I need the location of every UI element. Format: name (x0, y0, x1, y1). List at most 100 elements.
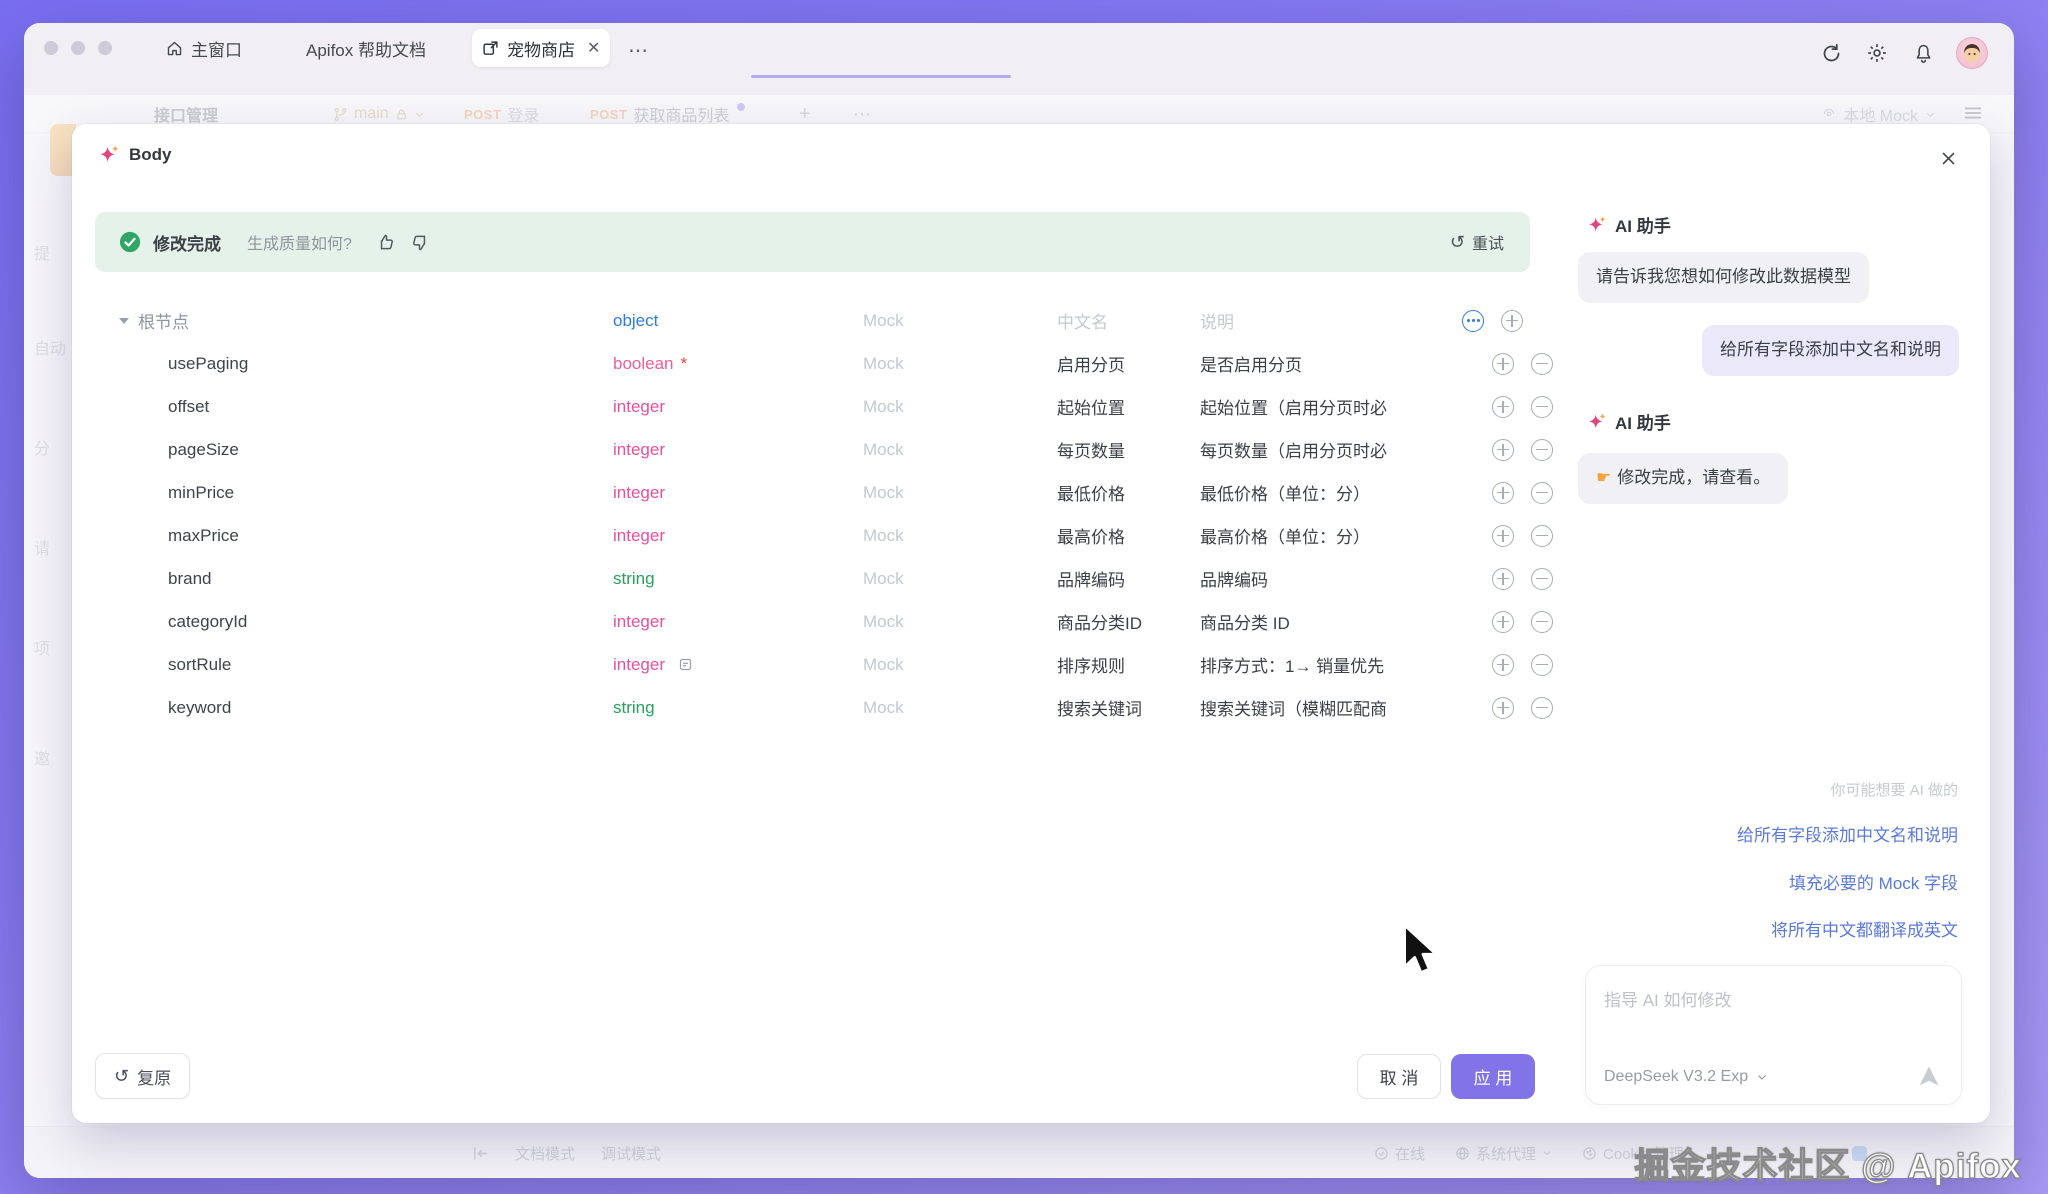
remove-field-button[interactable] (1531, 525, 1553, 547)
field-mock-cell[interactable]: Mock (863, 299, 904, 342)
tab-label: 主窗口 (191, 36, 242, 61)
retry-button[interactable]: ↺ 重试 (1450, 230, 1504, 254)
field-type-cell[interactable]: integer (613, 428, 665, 471)
field-name: sortRule (168, 655, 231, 675)
field-type-cell[interactable]: integer (613, 385, 665, 428)
thumbs-down-icon[interactable] (411, 233, 430, 252)
field-cn-name-cell[interactable]: 最高价格 (1057, 514, 1125, 557)
close-window-button[interactable] (44, 41, 58, 55)
field-mock-cell[interactable]: Mock (863, 342, 904, 385)
field-mock-cell[interactable]: Mock (863, 643, 904, 686)
ai-input-card[interactable]: 指导 AI 如何修改 DeepSeek V3.2 Exp (1585, 965, 1962, 1105)
add-field-button[interactable] (1492, 525, 1514, 547)
close-tab-icon[interactable]: ✕ (587, 38, 600, 58)
field-type-cell[interactable]: string (613, 686, 655, 729)
field-desc-cell[interactable]: 品牌编码 (1200, 557, 1440, 600)
apply-button[interactable]: 应 用 (1451, 1054, 1535, 1099)
thumbs-up-icon[interactable] (376, 233, 395, 252)
add-field-button[interactable] (1492, 482, 1514, 504)
ai-sparkle-icon (1587, 412, 1607, 432)
field-type-cell[interactable]: integer (613, 600, 665, 643)
field-type-cell[interactable]: integer (613, 514, 665, 557)
add-field-button[interactable] (1492, 568, 1514, 590)
field-desc-cell[interactable]: 搜索关键词（模糊匹配商 (1200, 686, 1440, 729)
field-desc-cell[interactable]: 最低价格（单位：分） (1200, 471, 1440, 514)
cancel-button[interactable]: 取 消 (1357, 1054, 1441, 1099)
field-actions-cell (1462, 686, 1562, 729)
remove-field-button[interactable] (1531, 439, 1553, 461)
field-cn-name-cell[interactable]: 搜索关键词 (1057, 686, 1142, 729)
field-name-cell[interactable]: maxPrice (168, 514, 239, 557)
refresh-icon[interactable] (1818, 40, 1844, 66)
remove-field-button[interactable] (1531, 482, 1553, 504)
model-selector[interactable]: DeepSeek V3.2 Exp (1604, 1068, 1768, 1086)
field-cn-name-cell[interactable]: 每页数量 (1057, 428, 1125, 471)
field-desc-cell[interactable]: 排序方式：1→ 销量优先 (1200, 643, 1440, 686)
remove-field-button[interactable] (1531, 396, 1553, 418)
field-desc-cell[interactable]: 说明 (1200, 299, 1440, 342)
user-avatar[interactable] (1956, 37, 1988, 69)
bell-icon[interactable] (1910, 40, 1936, 66)
field-name-cell[interactable]: minPrice (168, 471, 234, 514)
titlebar-tab-1[interactable]: 主窗口 (156, 29, 252, 67)
remove-field-button[interactable] (1531, 654, 1553, 676)
field-name-cell[interactable]: categoryId (168, 600, 247, 643)
field-type-cell[interactable]: string (613, 557, 655, 600)
field-name-cell[interactable]: usePaging (168, 342, 248, 385)
field-desc-cell[interactable]: 是否启用分页 (1200, 342, 1440, 385)
field-desc-cell[interactable]: 起始位置（启用分页时必 (1200, 385, 1440, 428)
titlebar-tab-3[interactable]: 宠物商店✕ (472, 29, 610, 67)
field-type-cell[interactable]: integer (613, 471, 665, 514)
field-cn-name-cell[interactable]: 起始位置 (1057, 385, 1125, 428)
field-cn-name-cell[interactable]: 商品分类ID (1057, 600, 1142, 643)
field-mock-cell[interactable]: Mock (863, 514, 904, 557)
field-desc-cell[interactable]: 最高价格（单位：分） (1200, 514, 1440, 557)
send-icon[interactable] (1917, 1064, 1941, 1088)
field-mock-cell[interactable]: Mock (863, 557, 904, 600)
add-field-button[interactable] (1492, 353, 1514, 375)
field-cn-name-cell[interactable]: 中文名 (1057, 299, 1108, 342)
gear-icon[interactable] (1864, 40, 1890, 66)
field-type-cell[interactable]: integer (613, 643, 693, 686)
remove-field-button[interactable] (1531, 697, 1553, 719)
restore-button[interactable]: ↺ 复原 (95, 1053, 190, 1099)
field-name-cell[interactable]: pageSize (168, 428, 239, 471)
field-cn-name-cell[interactable]: 启用分页 (1057, 342, 1125, 385)
field-type-cell[interactable]: boolean* (613, 342, 687, 385)
field-mock-cell[interactable]: Mock (863, 686, 904, 729)
field-cn-name-cell[interactable]: 最低价格 (1057, 471, 1125, 514)
field-desc-cell[interactable]: 商品分类 ID (1200, 600, 1440, 643)
field-type-cell[interactable]: object (613, 299, 658, 342)
field-name-cell[interactable]: sortRule (168, 643, 231, 686)
titlebar-actions (1818, 37, 1988, 69)
add-field-button[interactable] (1492, 439, 1514, 461)
add-field-button[interactable] (1492, 697, 1514, 719)
field-desc-cell[interactable]: 每页数量（启用分页时必 (1200, 428, 1440, 471)
add-field-button[interactable] (1492, 611, 1514, 633)
tab-overflow-button[interactable]: ⋯ (628, 38, 650, 63)
field-name-cell[interactable]: keyword (168, 686, 231, 729)
field-mock-cell[interactable]: Mock (863, 600, 904, 643)
ai-actions-button[interactable] (1462, 310, 1484, 332)
add-field-button[interactable] (1501, 310, 1523, 332)
ai-suggestion-link[interactable]: 将所有中文都翻译成英文 (1771, 916, 1958, 941)
titlebar-tab-2[interactable]: Apifox 帮助文档 (296, 29, 436, 67)
caret-down-icon[interactable] (119, 318, 129, 324)
field-mock-cell[interactable]: Mock (863, 385, 904, 428)
minimize-window-button[interactable] (71, 41, 85, 55)
add-field-button[interactable] (1492, 396, 1514, 418)
field-name-cell[interactable]: 根节点 (119, 299, 189, 342)
ai-suggestion-link[interactable]: 给所有字段添加中文名和说明 (1737, 821, 1958, 846)
ai-suggestion-link[interactable]: 填充必要的 Mock 字段 (1789, 869, 1958, 894)
zoom-window-button[interactable] (98, 41, 112, 55)
field-mock-cell[interactable]: Mock (863, 428, 904, 471)
field-name-cell[interactable]: offset (168, 385, 209, 428)
remove-field-button[interactable] (1531, 353, 1553, 375)
field-cn-name-cell[interactable]: 品牌编码 (1057, 557, 1125, 600)
field-cn-name-cell[interactable]: 排序规则 (1057, 643, 1125, 686)
add-field-button[interactable] (1492, 654, 1514, 676)
remove-field-button[interactable] (1531, 611, 1553, 633)
remove-field-button[interactable] (1531, 568, 1553, 590)
field-name-cell[interactable]: brand (168, 557, 211, 600)
field-mock-cell[interactable]: Mock (863, 471, 904, 514)
